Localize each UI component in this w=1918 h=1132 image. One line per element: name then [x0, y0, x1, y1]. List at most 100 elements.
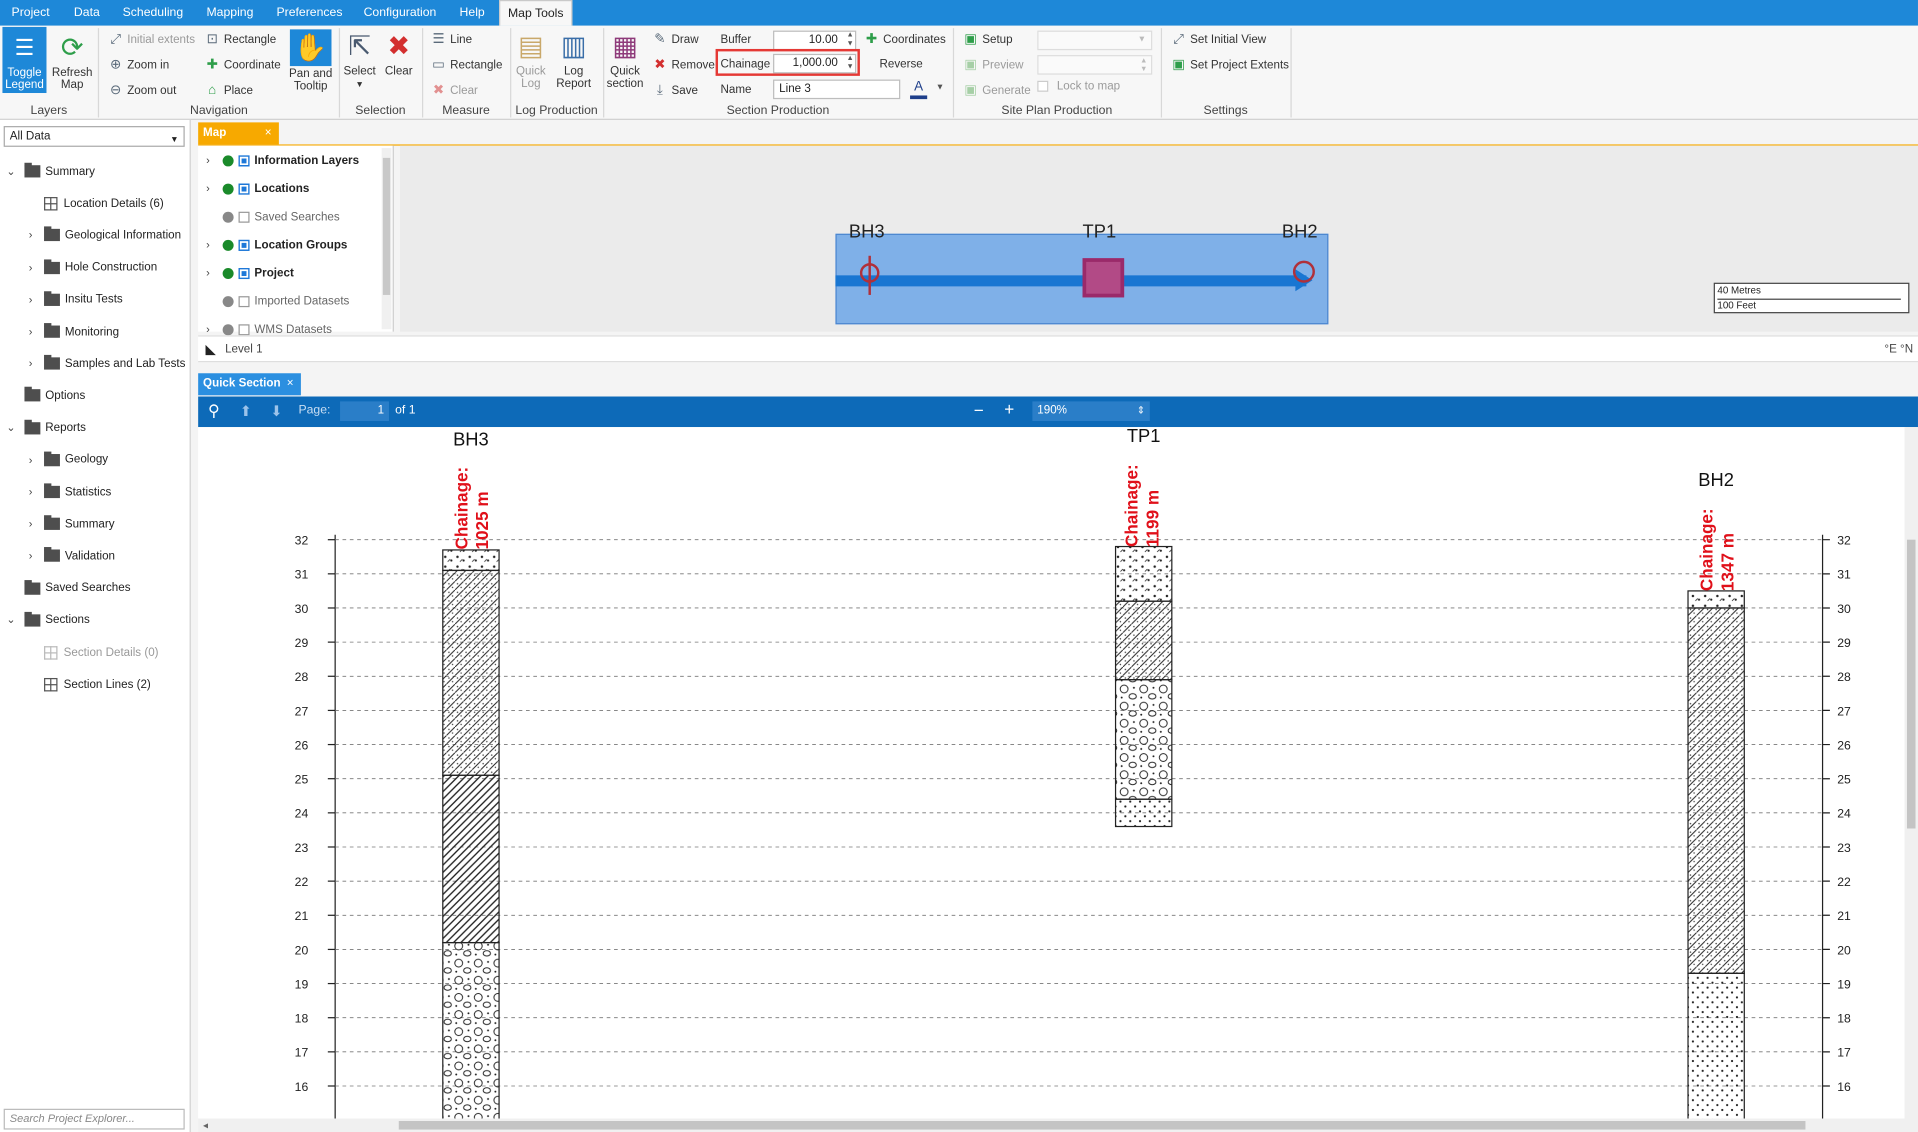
scroll-left-icon[interactable]: ◂ — [203, 1120, 208, 1131]
chevron-right-icon[interactable]: › — [24, 518, 36, 530]
menu-tab-configuration[interactable]: Configuration — [357, 0, 443, 26]
layer-checkbox[interactable] — [238, 295, 250, 307]
chevron-right-icon[interactable]: › — [24, 326, 36, 338]
page-number-input[interactable]: 1 — [340, 401, 389, 421]
tree-item[interactable]: › Monitoring — [24, 319, 119, 343]
measure-rectangle-button[interactable]: ▭ Rectangle — [431, 58, 502, 74]
chainage-field[interactable]: 1,000.00 ▲ ▼ — [773, 53, 857, 74]
layer-scrollbar[interactable] — [381, 148, 392, 330]
buffer-field[interactable]: 10.00 ▲ ▼ — [773, 30, 857, 51]
section-horizontal-scrollbar[interactable]: ◂ — [198, 1118, 1918, 1132]
set-initial-view-button[interactable]: ⤢ Set Initial View — [1171, 32, 1266, 48]
menu-tab-scheduling[interactable]: Scheduling — [115, 0, 191, 26]
quick-log-button[interactable]: ▤ Quick Log — [513, 27, 550, 91]
menu-tab-help[interactable]: Help — [450, 0, 494, 26]
arrow-down-icon[interactable]: ⬇ — [270, 403, 282, 420]
chevron-right-icon[interactable]: › — [24, 261, 36, 273]
draw-button[interactable]: ✎ Draw — [652, 32, 698, 48]
search-icon[interactable]: ⚲ — [208, 401, 220, 421]
layer-item[interactable]: Saved Searches — [198, 204, 381, 228]
close-icon[interactable]: × — [265, 122, 272, 144]
layer-checkbox[interactable] — [238, 323, 250, 335]
chevron-down-icon[interactable]: ⌄ — [5, 421, 17, 434]
coordinates-button[interactable]: ✚ Coordinates — [864, 32, 946, 48]
search-explorer-input[interactable]: Search Project Explorer... — [3, 1108, 185, 1130]
menu-tab-map-tools[interactable]: Map Tools — [499, 0, 573, 26]
chevron-right-icon[interactable]: › — [24, 486, 36, 498]
site-plan-scale-field[interactable]: ▲ ▼ — [1037, 55, 1153, 75]
tree-item[interactable]: ⌄ Summary — [5, 159, 95, 183]
remove-button[interactable]: ✖ Remove — [652, 58, 715, 74]
tree-item[interactable]: › Geological Information — [24, 223, 181, 247]
tree-item[interactable]: › Validation — [24, 544, 115, 568]
layer-checkbox[interactable] — [238, 211, 250, 223]
section-view[interactable]: 32 32 31 31 30 30 29 29 28 28 27 27 26 26 25 25 24 24 23 23… — [198, 427, 1906, 1119]
layer-checkbox[interactable] — [238, 239, 250, 251]
scrollbar-thumb[interactable] — [398, 1121, 1806, 1130]
zoom-plus-button[interactable]: + — [1004, 399, 1014, 419]
section-vertical-scrollbar[interactable] — [1904, 427, 1918, 1119]
quick-section-button[interactable]: ▦ Quick section — [605, 27, 644, 91]
chevron-right-icon[interactable]: › — [24, 358, 36, 370]
scrollbar-thumb[interactable] — [382, 157, 391, 295]
zoom-level-select[interactable]: 190% ⇕ — [1032, 401, 1150, 421]
layer-checkbox[interactable] — [238, 154, 250, 166]
menu-tab-project[interactable]: Project — [2, 0, 58, 26]
tree-item[interactable]: › Summary — [24, 512, 115, 536]
menu-tab-mapping[interactable]: Mapping — [198, 0, 262, 26]
borehole-bh2-marker[interactable] — [1292, 260, 1315, 283]
layer-checkbox[interactable] — [238, 267, 250, 279]
log-report-button[interactable]: ▥ Log Report — [550, 27, 596, 91]
tree-item[interactable]: Options — [5, 384, 85, 408]
chevron-right-icon[interactable]: › — [24, 293, 36, 305]
select-button[interactable]: ⇱ Select ▼ — [342, 27, 376, 92]
chevron-down-icon[interactable]: ⌄ — [5, 613, 17, 626]
initial-extents-button[interactable]: ⤢ Initial extents — [108, 32, 195, 48]
tab-quick-section[interactable]: Quick Section × — [198, 373, 301, 396]
chevron-right-icon[interactable]: › — [198, 267, 218, 279]
setup-button[interactable]: ▣ Setup — [963, 32, 1012, 48]
chevron-right-icon[interactable]: › — [24, 454, 36, 466]
spinner-icon[interactable]: ▲ ▼ — [847, 55, 854, 72]
tree-item[interactable]: Section Lines (2) — [24, 672, 151, 696]
tree-item[interactable]: › Samples and Lab Tests — [24, 351, 185, 375]
tree-item[interactable]: › Insitu Tests — [24, 287, 123, 311]
tab-map[interactable]: Map × — [198, 122, 279, 145]
tree-item[interactable]: › Geology — [24, 448, 108, 472]
site-plan-template-select[interactable]: ▼ — [1037, 30, 1153, 51]
tree-item[interactable]: Section Details (0) — [24, 640, 159, 664]
chevron-down-icon[interactable]: ▼ — [936, 83, 944, 92]
layer-checkbox[interactable] — [238, 182, 250, 194]
arrow-up-icon[interactable]: ⬆ — [240, 403, 252, 420]
map-canvas[interactable]: BH3 TP1 BH2 40 Metres 100 Feet — [399, 145, 1918, 332]
layer-item[interactable]: Imported Datasets — [198, 289, 381, 313]
explorer-filter-select[interactable]: All Data ▼ — [3, 126, 185, 147]
chevron-right-icon[interactable]: › — [198, 154, 218, 166]
chevron-right-icon[interactable]: › — [24, 550, 36, 562]
scrollbar-thumb[interactable] — [1906, 539, 1916, 829]
spinner-icon[interactable]: ▲ ▼ — [847, 32, 854, 49]
chevron-right-icon[interactable]: › — [198, 239, 218, 251]
reverse-button[interactable]: Reverse — [879, 58, 922, 71]
tree-item[interactable]: Location Details (6) — [24, 191, 164, 215]
close-icon[interactable]: × — [287, 373, 294, 395]
set-project-extents-button[interactable]: ▣ Set Project Extents — [1171, 58, 1289, 74]
layer-item[interactable]: › Location Groups — [198, 233, 381, 257]
tree-item[interactable]: › Hole Construction — [24, 255, 157, 279]
section-line[interactable] — [835, 275, 1307, 287]
tree-item[interactable]: ⌄ Reports — [5, 416, 86, 440]
tree-item[interactable]: › Statistics — [24, 480, 111, 504]
lock-to-map-checkbox[interactable]: Lock to map — [1037, 80, 1120, 93]
layer-item[interactable]: › Information Layers — [198, 148, 381, 172]
preview-button[interactable]: ▣ Preview — [963, 58, 1023, 74]
menu-tab-data[interactable]: Data — [64, 0, 110, 26]
zoom-minus-button[interactable]: − — [974, 400, 984, 420]
generate-button[interactable]: ▣ Generate — [963, 83, 1030, 99]
selection-clear-button[interactable]: ✖ Clear — [380, 27, 417, 78]
chevron-right-icon[interactable]: › — [198, 182, 218, 194]
nav-place-button[interactable]: ⌂ Place — [204, 83, 253, 99]
save-button[interactable]: ⤓ Save — [652, 83, 698, 99]
chevron-down-icon[interactable]: ⌄ — [5, 165, 17, 178]
trialpit-tp1-marker[interactable] — [1082, 258, 1125, 298]
toggle-legend-button[interactable]: ☰ Toggle Legend — [2, 26, 47, 94]
